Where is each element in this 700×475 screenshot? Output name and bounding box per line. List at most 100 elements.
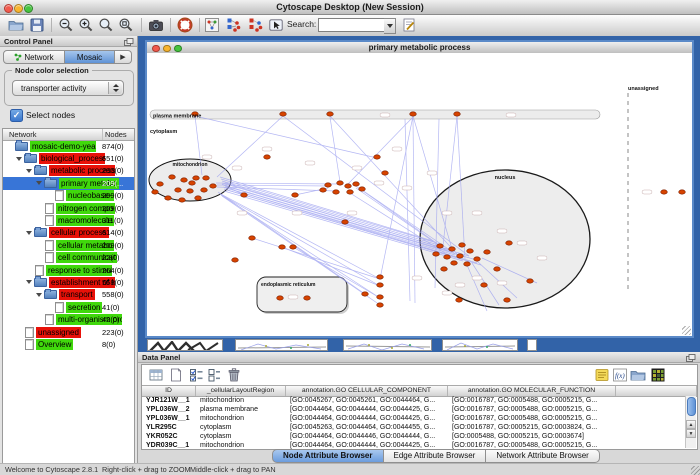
network-node[interactable] — [201, 188, 208, 192]
network-node[interactable] — [484, 250, 491, 254]
table-column-header[interactable]: annotation.GO CELLULAR_COMPONENT — [286, 386, 448, 396]
network-node[interactable] — [506, 241, 513, 245]
network-node[interactable] — [169, 175, 176, 179]
tree-row[interactable]: biological_process651(0) — [3, 152, 134, 164]
network-node[interactable] — [410, 112, 417, 116]
scroll-up-arrow[interactable]: ▲ — [686, 420, 696, 429]
background-frame-fragment[interactable] — [442, 339, 518, 351]
table-column-header[interactable]: _cellularLayoutRegion — [196, 386, 286, 396]
formula-icon[interactable]: f(x) — [612, 367, 628, 383]
search-dropdown-arrow[interactable] — [384, 18, 396, 34]
network-node[interactable] — [325, 183, 332, 187]
network-node[interactable] — [444, 255, 451, 259]
float-panel-icon[interactable] — [124, 38, 134, 46]
multi-checkbox-icon[interactable] — [188, 367, 204, 383]
network-node[interactable] — [527, 279, 534, 283]
table-column-header[interactable]: annotation.GO MOLECULAR_FUNCTION — [448, 386, 616, 396]
network-node[interactable] — [451, 261, 458, 265]
network-node[interactable] — [179, 198, 186, 202]
canvas-resize-grip[interactable] — [682, 326, 691, 335]
new-attribute-icon[interactable] — [168, 367, 184, 383]
network-node[interactable] — [464, 262, 471, 266]
table-row[interactable]: YJR121W__1mitochondrion[GO:0045267, GO:0… — [142, 396, 697, 405]
tree-col-network[interactable]: Network — [9, 129, 37, 140]
network-node[interactable] — [362, 292, 369, 296]
zoom-out-icon[interactable] — [58, 17, 74, 33]
tree-row[interactable]: unassigned223(0) — [3, 326, 134, 338]
network-node[interactable] — [467, 249, 474, 253]
tree-col-nodes[interactable]: Nodes — [102, 129, 127, 140]
network-node[interactable] — [264, 155, 271, 159]
expander-icon[interactable] — [16, 157, 22, 161]
tree-row[interactable]: nitrogen compo209(0) — [3, 202, 134, 214]
plasma-membrane-region[interactable] — [150, 110, 600, 119]
expander-icon[interactable] — [36, 293, 42, 297]
network-node[interactable] — [342, 220, 349, 224]
network-node[interactable] — [359, 187, 366, 191]
network-node[interactable] — [327, 112, 334, 116]
tab-node-attribute-browser[interactable]: Node Attribute Browser — [272, 449, 384, 463]
expander-icon[interactable] — [26, 231, 32, 235]
network-node[interactable] — [449, 247, 456, 251]
network-node[interactable] — [249, 236, 256, 240]
float-panel-icon[interactable] — [686, 354, 696, 362]
network-node[interactable] — [347, 190, 354, 194]
single-checkbox-icon[interactable] — [206, 367, 222, 383]
network-node[interactable] — [661, 190, 668, 194]
network-node[interactable] — [189, 181, 196, 185]
tree-row[interactable]: Overview8(0) — [3, 338, 134, 350]
network-view-frame[interactable]: primary metabolic process plasma membran… — [145, 40, 694, 338]
network-node[interactable] — [494, 267, 501, 271]
annotation-note-icon[interactable] — [594, 367, 610, 383]
background-frame-fragment[interactable] — [343, 339, 432, 351]
network-node[interactable] — [157, 182, 164, 186]
network-node[interactable] — [277, 296, 284, 300]
network-node[interactable] — [290, 245, 297, 249]
scrollbar-thumb[interactable] — [687, 397, 696, 416]
tree-row[interactable]: cellular metabo209(0) — [3, 239, 134, 251]
network-node[interactable] — [457, 254, 464, 258]
delete-attribute-icon[interactable] — [226, 367, 242, 383]
help-icon[interactable] — [177, 17, 193, 33]
background-frame-fragment[interactable] — [147, 339, 223, 351]
network-node[interactable] — [474, 257, 481, 261]
network-node[interactable] — [203, 176, 210, 180]
table-row[interactable]: YKR052Ccytoplasm[GO:0044464, GO:0044446,… — [142, 432, 697, 441]
expander-icon[interactable] — [26, 280, 32, 284]
network-node[interactable] — [481, 283, 488, 287]
table-row[interactable]: YLR295Ccytoplasm[GO:0045263, GO:0044464,… — [142, 423, 697, 432]
network-node[interactable] — [210, 184, 217, 188]
node-color-dropdown[interactable]: transporter activity — [12, 80, 124, 96]
tree-row[interactable]: macromolecule311(0) — [3, 214, 134, 226]
tree-row[interactable]: primary metabo209(... — [3, 177, 134, 189]
tree-row[interactable]: secretion41(0) — [3, 301, 134, 313]
network-node[interactable] — [382, 171, 389, 175]
tree-row[interactable]: metabolic process280(0) — [3, 165, 134, 177]
expander-icon[interactable] — [26, 169, 32, 173]
network-node[interactable] — [459, 243, 466, 247]
network-node[interactable] — [279, 245, 286, 249]
network-node[interactable] — [320, 188, 327, 192]
network-canvas[interactable]: plasma membranecytoplasmmitochondrionnuc… — [147, 53, 692, 336]
zoom-selected-icon[interactable] — [118, 17, 134, 33]
save-icon[interactable] — [29, 17, 45, 33]
tree-row[interactable]: transport558(0) — [3, 289, 134, 301]
network-node[interactable] — [679, 190, 686, 194]
network-node[interactable] — [304, 296, 311, 300]
tab-overflow-arrow[interactable]: ▶ — [115, 50, 132, 64]
network-node[interactable] — [175, 188, 182, 192]
network-node[interactable] — [345, 184, 352, 188]
select-mode-icon[interactable] — [268, 17, 284, 33]
search-options-icon[interactable] — [401, 17, 417, 33]
network-node[interactable] — [187, 189, 194, 193]
import-table-icon[interactable] — [630, 367, 646, 383]
network-node[interactable] — [441, 267, 448, 271]
tree-row[interactable]: response to stimul264(0) — [3, 264, 134, 276]
network-node[interactable] — [337, 181, 344, 185]
network-node[interactable] — [193, 176, 200, 180]
network-node[interactable] — [181, 178, 188, 182]
network-node[interactable] — [280, 112, 287, 116]
network-node[interactable] — [374, 155, 381, 159]
network-node[interactable] — [152, 190, 159, 194]
tree-row[interactable]: establishment of lo558(0) — [3, 276, 134, 288]
